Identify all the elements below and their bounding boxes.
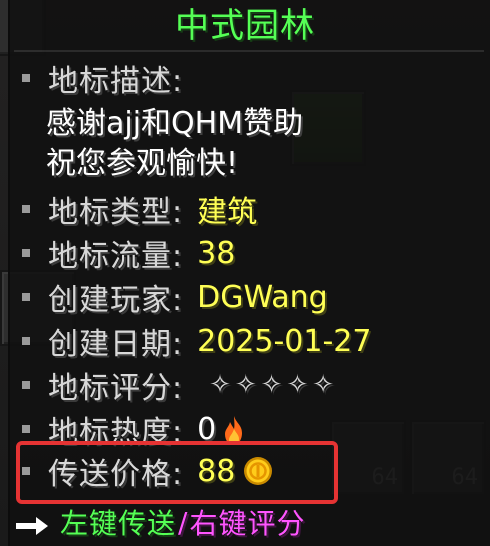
type-label: 地标类型: <box>48 195 184 230</box>
creator-value: DGWang <box>197 279 328 315</box>
landmark-title: 中式园林 <box>175 6 315 46</box>
description-line-1: 感谢ajj和QHM赞助 <box>46 106 304 141</box>
creator-row: 创建玩家: DGWang <box>22 275 328 319</box>
rating-row: 地标评分: ✧✧✧✧✧ <box>22 363 338 407</box>
description-label: 地标描述: <box>48 64 184 99</box>
traffic-label: 地标流量: <box>48 239 184 274</box>
bullet-icon <box>22 74 30 82</box>
bullet-icon <box>22 425 30 433</box>
game-screen: 64 64 中式园林 地标描述: 感谢ajj和QHM赞助 祝您参观愉快! 地标类… <box>0 0 490 546</box>
created-row: 创建日期: 2025-01-27 <box>22 319 371 363</box>
title-divider <box>14 50 484 52</box>
bullet-icon <box>22 205 30 213</box>
arrow-right-icon <box>14 511 50 535</box>
description-line-2: 祝您参观愉快! <box>46 146 239 181</box>
left-click-teleport[interactable]: 左键传送 <box>60 502 176 542</box>
traffic-value: 38 <box>197 235 236 271</box>
price-highlight-box <box>16 441 338 504</box>
bullet-icon <box>22 381 30 389</box>
type-row: 地标类型: 建筑 <box>22 187 257 231</box>
creator-label: 创建玩家: <box>48 283 184 318</box>
type-value: 建筑 <box>197 195 258 230</box>
right-click-rate[interactable]: 右键评分 <box>189 502 305 542</box>
bullet-icon <box>22 249 30 257</box>
rating-stars: ✧✧✧✧✧ <box>209 370 339 400</box>
bullet-icon <box>22 337 30 345</box>
rating-label: 地标评分: <box>48 371 184 406</box>
created-label: 创建日期: <box>48 327 184 362</box>
traffic-row: 地标流量: 38 <box>22 231 235 275</box>
description-row: 地标描述: <box>22 56 183 100</box>
action-separator: / <box>178 505 188 539</box>
action-hint-row: 左键传送 / 右键评分 <box>14 500 305 544</box>
bullet-icon <box>22 293 30 301</box>
created-value: 2025-01-27 <box>197 323 372 359</box>
